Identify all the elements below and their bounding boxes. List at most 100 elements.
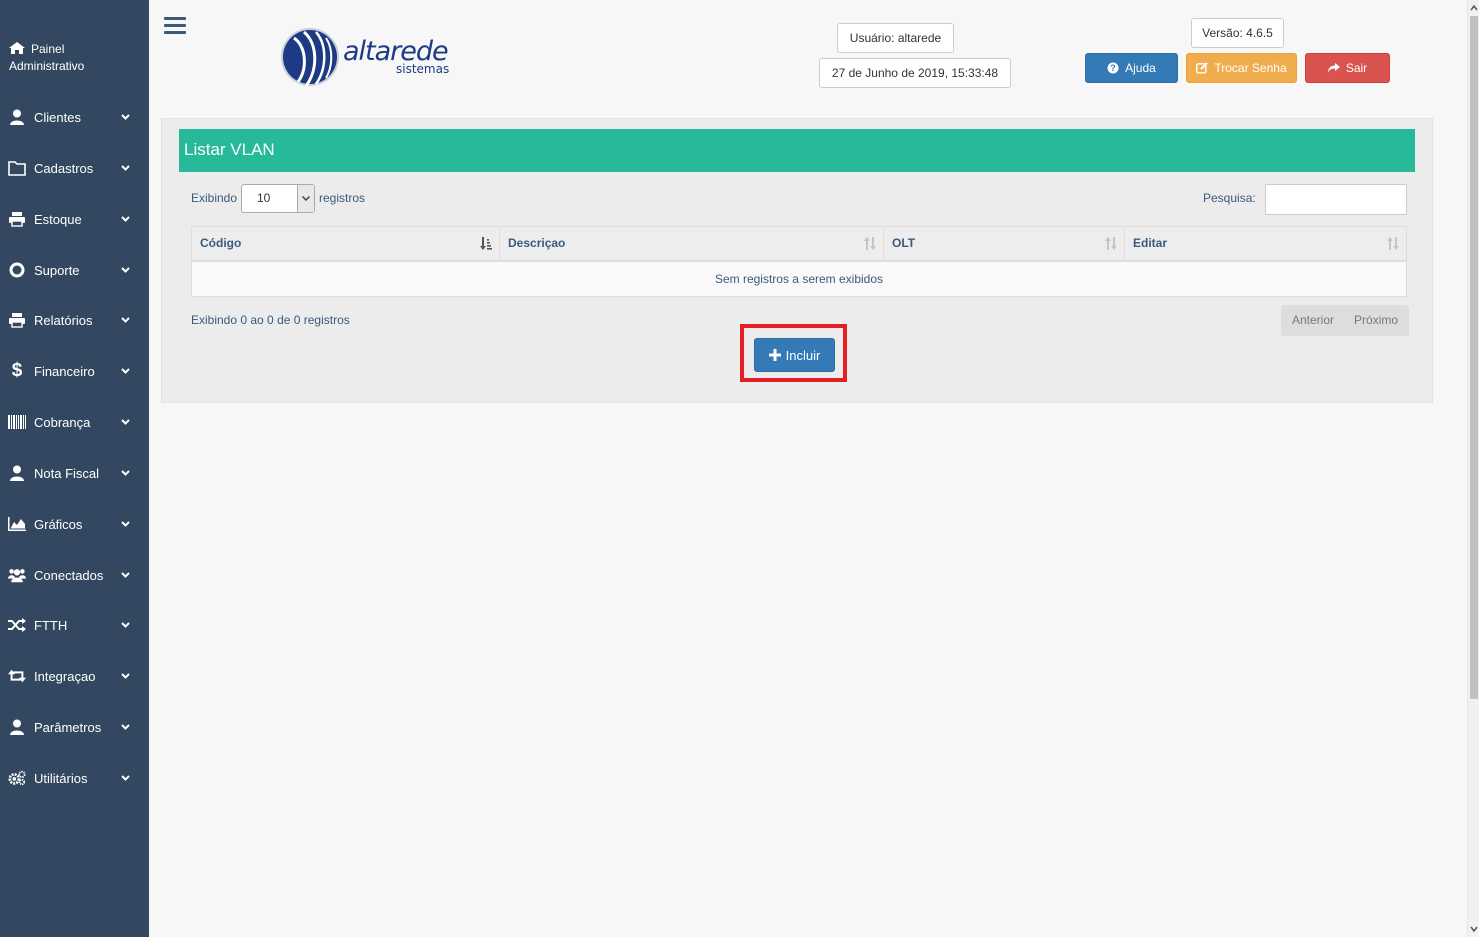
- users-icon: [8, 566, 26, 584]
- sort-icon: [864, 237, 876, 250]
- user-icon: [8, 464, 26, 482]
- print-icon: [8, 210, 26, 228]
- logo-globe-icon: [281, 28, 339, 87]
- user-icon: [8, 718, 26, 736]
- change-password-button[interactable]: Trocar Senha: [1186, 53, 1297, 83]
- page-length-select[interactable]: 10: [241, 184, 315, 213]
- gears-icon: [8, 769, 26, 787]
- lifebuoy-icon: [8, 261, 26, 279]
- sidebar-item-label: Nota Fiscal: [34, 465, 100, 481]
- sidebar-item-cadastros[interactable]: Cadastros: [0, 153, 149, 183]
- sidebar-item-label: Clientes: [34, 109, 81, 125]
- dollar-icon: $: [11, 360, 23, 381]
- edit-icon: [1196, 62, 1209, 74]
- page-title: Listar VLAN: [179, 129, 1415, 172]
- sidebar-item-utilitarios[interactable]: Utilitários: [0, 763, 149, 793]
- help-button[interactable]: ? Ajuda: [1085, 53, 1178, 83]
- sidebar-item-label: Gráficos: [34, 516, 83, 532]
- sidebar-item-label: Integraçao: [34, 668, 96, 684]
- sidebar-item-label: Cobrança: [34, 414, 91, 430]
- sidebar-item-integracao[interactable]: Integraçao: [0, 661, 149, 691]
- chevron-down-icon: [121, 468, 131, 478]
- column-header-descricao[interactable]: Descriçao: [500, 227, 884, 260]
- sidebar-item-label: Financeiro: [34, 363, 95, 379]
- question-circle-icon: ?: [1107, 62, 1119, 74]
- column-header-editar[interactable]: Editar: [1125, 227, 1406, 260]
- chevron-down-icon: [121, 722, 131, 732]
- chevron-down-icon: [121, 773, 131, 783]
- logo-subtext: sistemas: [396, 62, 450, 76]
- sidebar-item-label: Relatórios: [34, 312, 93, 328]
- folder-icon: [8, 159, 26, 177]
- pagination-next[interactable]: Próximo: [1344, 306, 1408, 335]
- print-icon: [8, 311, 26, 329]
- sidebar-item-clientes[interactable]: Clientes: [0, 102, 149, 132]
- scroll-up-icon[interactable]: [1470, 4, 1478, 12]
- barcode-icon: [8, 413, 26, 431]
- plus-icon: [768, 349, 781, 361]
- sidebar-item-graficos[interactable]: Gráficos: [0, 509, 149, 539]
- chevron-down-icon: [121, 620, 131, 630]
- table-info: Exibindo 0 ao 0 de 0 registros: [191, 313, 350, 327]
- user-label: Usuário: altarede: [837, 23, 954, 53]
- home-icon: [9, 42, 25, 54]
- sidebar-item-parametros[interactable]: Parâmetros: [0, 712, 149, 742]
- add-button[interactable]: Incluir: [754, 338, 835, 372]
- column-header-olt[interactable]: OLT: [884, 227, 1125, 260]
- sidebar-item-conectados[interactable]: Conectados: [0, 560, 149, 590]
- sort-ascending-icon: [480, 237, 492, 250]
- chevron-down-icon: [121, 519, 131, 529]
- pagination-previous[interactable]: Anterior: [1282, 306, 1344, 335]
- sidebar-item-cobranca[interactable]: Cobrança: [0, 407, 149, 437]
- chevron-down-icon: [121, 671, 131, 681]
- vlan-table: Código Descriçao OLT Editar Sem registro…: [191, 226, 1407, 297]
- exit-button[interactable]: Sair: [1305, 53, 1390, 83]
- chevron-down-icon: [121, 570, 131, 580]
- length-prefix-label: Exibindo: [191, 191, 238, 205]
- pagination: Anterior Próximo: [1281, 305, 1410, 336]
- datetime-label: 27 de Junho de 2019, 15:33:48: [819, 58, 1011, 88]
- change-password-label: Trocar Senha: [1214, 61, 1287, 75]
- page-length-value: 10: [257, 191, 271, 205]
- search-input[interactable]: [1265, 184, 1407, 215]
- sort-icon: [1105, 237, 1117, 250]
- scrollbar-thumb[interactable]: [1470, 16, 1478, 699]
- sidebar-item-suporte[interactable]: Suporte: [0, 255, 149, 285]
- sidebar-item-label: Parâmetros: [34, 719, 102, 735]
- scroll-down-icon[interactable]: [1470, 925, 1478, 933]
- sidebar-item-label: Suporte: [34, 262, 80, 278]
- sidebar-brand[interactable]: Painel Administrativo: [9, 41, 139, 75]
- random-icon: [8, 616, 26, 634]
- column-header-label: OLT: [892, 236, 916, 250]
- page-scrollbar[interactable]: [1467, 0, 1479, 937]
- chevron-down-icon: [121, 214, 131, 224]
- sidebar-item-relatorios[interactable]: Relatórios: [0, 305, 149, 335]
- add-button-label: Incluir: [785, 347, 821, 363]
- sidebar-item-ftth[interactable]: FTTH: [0, 610, 149, 640]
- chevron-down-icon: [121, 417, 131, 427]
- sidebar-item-label: Utilitários: [34, 770, 88, 786]
- chevron-down-icon: [121, 366, 131, 376]
- menu-toggle-icon[interactable]: [164, 17, 186, 36]
- sidebar-item-nota-fiscal[interactable]: Nota Fiscal: [0, 458, 149, 488]
- user-icon: [8, 108, 26, 126]
- exit-button-label: Sair: [1345, 61, 1368, 75]
- logo[interactable]: altarede sistemas: [280, 26, 470, 88]
- retweet-icon: [8, 667, 26, 685]
- search-label: Pesquisa:: [1203, 191, 1256, 205]
- sidebar-item-financeiro[interactable]: $ Financeiro: [0, 356, 149, 386]
- sidebar: Painel Administrativo Clientes Cadastros…: [0, 0, 149, 937]
- sidebar-item-label: Cadastros: [34, 160, 94, 176]
- sort-icon: [1387, 237, 1399, 250]
- column-header-label: Código: [200, 236, 242, 250]
- column-header-label: Descriçao: [508, 236, 566, 250]
- share-icon: [1327, 63, 1340, 73]
- length-suffix-label: registros: [319, 191, 366, 205]
- version-label: Versão: 4.6.5: [1191, 18, 1284, 48]
- sidebar-item-estoque[interactable]: Estoque: [0, 204, 149, 234]
- column-header-codigo[interactable]: Código: [192, 227, 500, 260]
- sidebar-item-label: FTTH: [34, 617, 68, 633]
- sidebar-item-label: Estoque: [34, 211, 82, 227]
- chevron-down-icon: [121, 163, 131, 173]
- table-header-row: Código Descriçao OLT Editar: [192, 227, 1406, 262]
